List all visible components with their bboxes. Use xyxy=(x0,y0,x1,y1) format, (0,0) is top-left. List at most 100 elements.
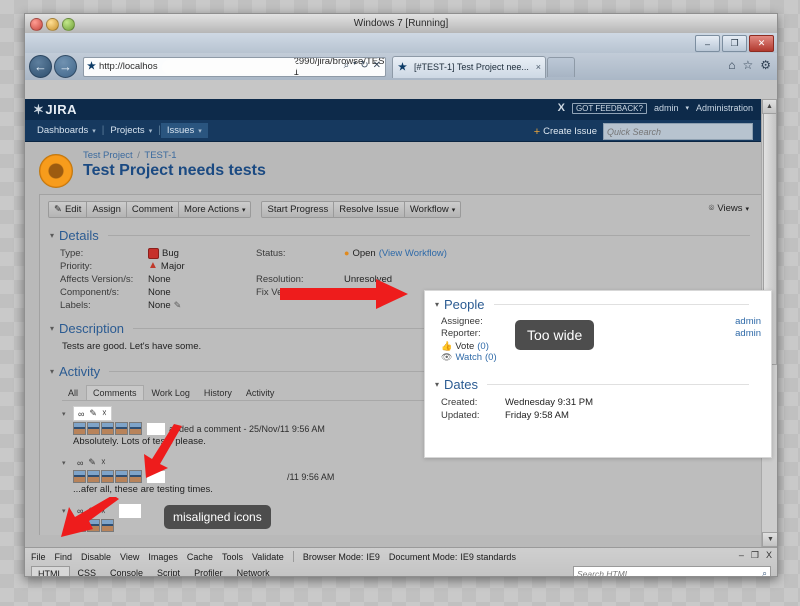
start-progress-button[interactable]: Start Progress xyxy=(262,202,335,217)
user-menu-caret-icon[interactable]: ▾ xyxy=(685,104,689,112)
assignee-value[interactable]: admin xyxy=(735,316,761,327)
comment-icon-group[interactable]: ∞ ✎ ☓ xyxy=(73,406,112,421)
devtools-search-box[interactable]: Search HTML... ⌕ xyxy=(573,566,771,576)
search-icon[interactable]: ⌕ xyxy=(344,60,350,71)
delete-icon[interactable]: ☓ xyxy=(101,457,106,468)
browser-mode-value[interactable]: IE9 xyxy=(366,552,380,562)
views-button[interactable]: ⌾ Views ▾ xyxy=(704,201,754,216)
devtools-close-button[interactable]: X xyxy=(766,550,772,561)
workflow-button[interactable]: Workflow ▾ xyxy=(404,202,461,217)
edit-icon[interactable]: ✎ xyxy=(89,408,97,419)
window-traffic-lights[interactable] xyxy=(30,18,75,31)
collapse-twisty-icon[interactable]: ▾ xyxy=(50,231,54,240)
stop-icon[interactable]: ✕ xyxy=(373,60,381,71)
devtools-tab-script[interactable]: Script xyxy=(151,566,186,576)
devtools-tab-html[interactable]: HTML xyxy=(31,565,70,576)
new-tab-button[interactable] xyxy=(547,56,575,77)
create-issue-button[interactable]: + Create Issue xyxy=(534,126,597,138)
devtools-restore-button[interactable]: ❐ xyxy=(751,550,759,561)
back-button[interactable]: ← xyxy=(29,55,52,78)
comment-button[interactable]: Comment xyxy=(126,202,180,217)
jira-logo[interactable]: ✶ JIRA xyxy=(33,102,77,118)
document-mode-value[interactable]: IE9 standards xyxy=(460,552,516,562)
nav-item-dashboards[interactable]: Dashboards ▾ xyxy=(31,123,102,138)
resolve-issue-button[interactable]: Resolve Issue xyxy=(334,202,405,217)
vote-label[interactable]: Vote xyxy=(455,341,474,352)
comment-icon-group[interactable]: ∞ ✎ ☓ xyxy=(73,456,110,469)
browser-tab[interactable]: ★ [#TEST-1] Test Project nee... × xyxy=(392,55,546,78)
home-icon[interactable]: ⌂ xyxy=(728,58,735,72)
scroll-up-arrow[interactable]: ▲ xyxy=(762,99,777,114)
edit-icon[interactable]: ✎ xyxy=(88,457,96,468)
pencil-icon[interactable]: ✎ xyxy=(174,300,182,311)
collapse-twisty-icon[interactable]: ▾ xyxy=(435,380,439,389)
tab-all[interactable]: All xyxy=(62,386,84,400)
permalink-icon[interactable]: ∞ xyxy=(77,458,83,468)
devtools-tab-network[interactable]: Network xyxy=(231,566,276,576)
refresh-icon[interactable]: ↻ xyxy=(360,60,368,71)
collapse-twisty-icon[interactable]: ▾ xyxy=(50,324,54,333)
close-window-button[interactable] xyxy=(30,18,43,31)
view-workflow-link[interactable]: (View Workflow) xyxy=(379,248,447,259)
ie-minimize-button[interactable]: – xyxy=(695,35,720,52)
tab-activity[interactable]: Activity xyxy=(240,386,281,400)
tab-history[interactable]: History xyxy=(198,386,238,400)
devtools-window-controls[interactable]: – ❐ X xyxy=(739,550,772,561)
breadcrumb-issue-key[interactable]: TEST-1 xyxy=(144,150,176,161)
chevron-down-icon[interactable]: ▾ xyxy=(353,60,356,71)
edit-button[interactable]: ✎ Edit xyxy=(49,202,88,217)
avatar xyxy=(115,422,128,435)
delete-icon[interactable]: ☓ xyxy=(102,408,107,419)
vote-count: (0) xyxy=(477,341,489,352)
devtools-menu-cache[interactable]: Cache xyxy=(187,552,213,562)
ie-close-button[interactable]: ✕ xyxy=(749,35,774,52)
ie-restore-button[interactable]: ❐ xyxy=(722,35,747,52)
dates-heading: Dates xyxy=(444,377,478,392)
maximize-window-button[interactable] xyxy=(62,18,75,31)
devtools-minimize-button[interactable]: – xyxy=(739,550,744,561)
scroll-down-arrow[interactable]: ▼ xyxy=(762,532,777,547)
tab-comments[interactable]: Comments xyxy=(86,385,144,400)
devtools-tab-console[interactable]: Console xyxy=(104,566,149,576)
nav-item-issues[interactable]: Issues ▾ xyxy=(160,123,208,138)
search-icon[interactable]: ⌕ xyxy=(762,568,767,576)
favorites-star-icon[interactable]: ☆ xyxy=(742,58,753,72)
quick-search-input[interactable] xyxy=(603,123,753,140)
administration-link[interactable]: Administration xyxy=(696,103,753,113)
devtools-menu-view[interactable]: View xyxy=(120,552,139,562)
breadcrumb-project-link[interactable]: Test Project xyxy=(83,150,133,161)
reporter-value[interactable]: admin xyxy=(735,328,761,339)
devtools-tab-css[interactable]: CSS xyxy=(72,566,103,576)
watch-row[interactable]: 👁 Watch (0) xyxy=(441,352,761,363)
collapse-twisty-icon[interactable]: ▾ xyxy=(50,367,54,376)
user-menu-label[interactable]: admin xyxy=(654,103,679,113)
assign-button[interactable]: Assign xyxy=(87,202,127,217)
devtools-menu-find[interactable]: Find xyxy=(55,552,73,562)
nav-item-projects[interactable]: Projects ▾ xyxy=(104,123,158,138)
section-rule xyxy=(486,384,749,385)
collapse-twisty-icon[interactable]: ▾ xyxy=(62,459,70,467)
devtools-menu-validate[interactable]: Validate xyxy=(252,552,284,562)
got-feedback-button[interactable]: GOT FEEDBACK? xyxy=(571,102,647,114)
permalink-icon[interactable]: ∞ xyxy=(78,409,84,419)
minimize-window-button[interactable] xyxy=(46,18,59,31)
collapse-twisty-icon[interactable]: ▾ xyxy=(62,410,70,418)
devtools-menu-disable[interactable]: Disable xyxy=(81,552,111,562)
collapse-twisty-icon[interactable]: ▾ xyxy=(435,300,439,309)
avatar xyxy=(115,470,128,483)
address-bar[interactable]: ★ http://localhos 2990/jira/browse/TEST-… xyxy=(83,56,386,77)
ie-toolbar-icons[interactable]: ⌂ ☆ ⚙ xyxy=(728,58,771,72)
tab-work-log[interactable]: Work Log xyxy=(146,386,196,400)
more-actions-button[interactable]: More Actions ▾ xyxy=(179,202,251,217)
watch-label[interactable]: Watch xyxy=(455,352,482,363)
tab-close-icon[interactable]: × xyxy=(536,62,541,72)
ie-window-controls[interactable]: – ❐ ✕ xyxy=(695,35,774,52)
devtools-menu-file[interactable]: File xyxy=(31,552,46,562)
vote-row[interactable]: 👍 Vote (0) xyxy=(441,341,761,352)
devtools-menu-images[interactable]: Images xyxy=(148,552,178,562)
gear-icon[interactable]: ⚙ xyxy=(760,58,771,72)
devtools-menu-tools[interactable]: Tools xyxy=(222,552,243,562)
forward-button[interactable]: → xyxy=(54,55,77,78)
devtools-tab-profiler[interactable]: Profiler xyxy=(188,566,229,576)
address-bar-icons[interactable]: ⌕ ▾ ↻ ✕ xyxy=(344,60,381,71)
